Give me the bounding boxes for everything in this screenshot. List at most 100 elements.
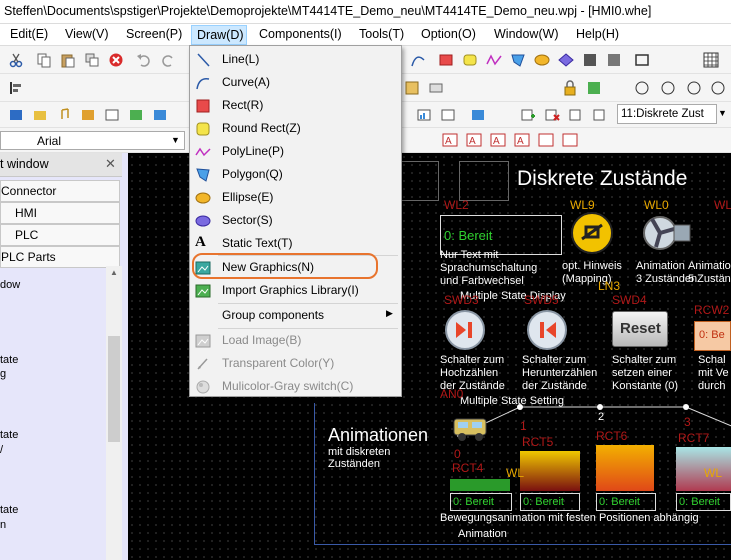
menu-window[interactable]: Window(W)	[494, 27, 559, 41]
meter-icon[interactable]	[470, 107, 486, 123]
fill-color-icon[interactable]	[582, 52, 598, 68]
text-size-4-icon[interactable]: A	[514, 132, 530, 148]
menu-item-label: Curve(A)	[222, 75, 271, 89]
numbering-4-icon[interactable]	[710, 80, 726, 96]
count-down-button[interactable]	[526, 309, 568, 351]
bereit-button[interactable]: 0: Be	[694, 321, 731, 351]
fan-icon[interactable]	[642, 211, 692, 255]
polyline-tool-icon[interactable]	[486, 52, 502, 68]
grid-icon[interactable]	[703, 52, 719, 68]
cut-icon[interactable]	[8, 52, 24, 68]
text-size-2-icon[interactable]: A	[466, 132, 482, 148]
menu-item-polyline[interactable]: PolyLine(P)	[190, 140, 401, 163]
list-item[interactable]: tate	[0, 504, 18, 516]
count-up-button[interactable]	[444, 309, 486, 351]
chart-2-icon[interactable]	[440, 107, 456, 123]
copy-screen-icon[interactable]	[568, 107, 584, 123]
menu-item-static-text[interactable]: A Static Text(T)	[190, 232, 401, 255]
menu-screen[interactable]: Screen(P)	[126, 27, 182, 41]
status-box[interactable]: 0: Bereit	[450, 493, 512, 511]
tree-item-connector[interactable]: Connector	[0, 180, 120, 202]
text-align-2-icon[interactable]	[562, 132, 578, 148]
menu-item-sector[interactable]: Sector(S)	[190, 209, 401, 232]
curve-tool-icon[interactable]	[410, 52, 426, 68]
chart-icon[interactable]	[416, 107, 432, 123]
text-align-icon[interactable]	[538, 132, 554, 148]
menu-item-transparent-color[interactable]: Transparent Color(Y)	[190, 352, 401, 375]
screen-props-icon[interactable]	[592, 107, 608, 123]
menu-item-line[interactable]: Line(L)	[190, 48, 401, 71]
menu-item-multicolor-gray-switch[interactable]: Mulicolor-Gray switch(C)	[190, 375, 401, 398]
arrange-icon[interactable]	[428, 80, 444, 96]
paste-icon[interactable]	[60, 52, 76, 68]
image-icon[interactable]	[80, 107, 96, 123]
chevron-down-icon[interactable]: ▼	[718, 108, 727, 118]
menu-components[interactable]: Components(I)	[259, 27, 342, 41]
table-icon[interactable]	[104, 107, 120, 123]
reset-button[interactable]: Reset	[612, 311, 668, 347]
van-icon[interactable]	[452, 413, 490, 443]
warning-hand-icon[interactable]	[568, 211, 616, 255]
menu-help[interactable]: Help(H)	[576, 27, 619, 41]
list-item[interactable]: n	[0, 519, 6, 531]
menu-item-polygon[interactable]: Polygon(Q)	[190, 163, 401, 186]
lock-icon[interactable]	[562, 80, 578, 96]
list-item[interactable]: tate	[0, 354, 18, 366]
menu-option[interactable]: Option(O)	[421, 27, 476, 41]
tree-item-hmi[interactable]: HMI	[0, 202, 120, 224]
menu-item-round-rect[interactable]: Round Rect(Z)	[190, 117, 401, 140]
layer-icon[interactable]	[404, 80, 420, 96]
menu-item-group-components[interactable]: Group components ▶	[190, 304, 401, 327]
status-box[interactable]: 0: Bereit	[676, 493, 731, 511]
text-size-3-icon[interactable]: A	[490, 132, 506, 148]
panel-scrollbar[interactable]: ▲	[106, 266, 122, 560]
tree-item-plc-parts[interactable]: PLC Parts	[0, 246, 120, 268]
screen-icon[interactable]	[8, 107, 24, 123]
chevron-up-icon[interactable]: ▲	[110, 268, 118, 277]
picture-icon[interactable]	[152, 107, 168, 123]
text-size-icon[interactable]: A	[442, 132, 458, 148]
duplicate-icon[interactable]	[84, 52, 100, 68]
copy-icon[interactable]	[36, 52, 52, 68]
delete-icon[interactable]	[108, 52, 124, 68]
screen-select[interactable]: 11:Diskrete Zust	[617, 104, 717, 124]
align-icon[interactable]	[8, 80, 24, 96]
menu-tools[interactable]: Tools(T)	[359, 27, 404, 41]
folder-icon[interactable]	[32, 107, 48, 123]
menu-item-import-graphics-library[interactable]: Import Graphics Library(I)	[190, 279, 401, 302]
ellipse-tool-icon[interactable]	[534, 52, 550, 68]
border-icon[interactable]	[634, 52, 650, 68]
list-item[interactable]: g	[0, 368, 6, 380]
status-box[interactable]: 0: Bereit	[596, 493, 656, 511]
list-item[interactable]: dow	[0, 279, 20, 291]
undo-icon[interactable]	[136, 52, 152, 68]
font-select[interactable]: Arial ▼	[0, 131, 185, 150]
round-rect-tool-icon[interactable]	[462, 52, 478, 68]
graphic-icon[interactable]	[128, 107, 144, 123]
menu-item-ellipse[interactable]: Ellipse(E)	[190, 186, 401, 209]
scrollbar-thumb[interactable]	[108, 336, 120, 442]
list-item[interactable]: tate	[0, 429, 18, 441]
sector-tool-icon[interactable]	[558, 52, 574, 68]
music-icon[interactable]	[56, 107, 72, 123]
rect-tool-icon[interactable]	[438, 52, 454, 68]
numbering-3-icon[interactable]	[686, 80, 702, 96]
numbering-2-icon[interactable]	[660, 80, 676, 96]
delete-screen-icon[interactable]	[544, 107, 560, 123]
menu-item-curve[interactable]: Curve(A)	[190, 71, 401, 94]
add-screen-icon[interactable]	[520, 107, 536, 123]
line-color-icon[interactable]	[606, 52, 622, 68]
list-item[interactable]: /	[0, 444, 3, 456]
tree-item-plc[interactable]: PLC	[0, 224, 120, 246]
menu-item-load-image[interactable]: Load Image(B)	[190, 329, 401, 352]
menu-item-rect[interactable]: Rect(R)	[190, 94, 401, 117]
menu-draw[interactable]: Draw(D)	[191, 25, 247, 45]
redo-icon[interactable]	[160, 52, 176, 68]
close-icon[interactable]: ✕	[105, 156, 116, 172]
polygon-tool-icon[interactable]	[510, 52, 526, 68]
menu-view[interactable]: View(V)	[65, 27, 109, 41]
properties-icon[interactable]	[586, 80, 602, 96]
numbering-icon[interactable]	[634, 80, 650, 96]
status-box[interactable]: 0: Bereit	[520, 493, 580, 511]
menu-edit[interactable]: Edit(E)	[10, 27, 48, 41]
